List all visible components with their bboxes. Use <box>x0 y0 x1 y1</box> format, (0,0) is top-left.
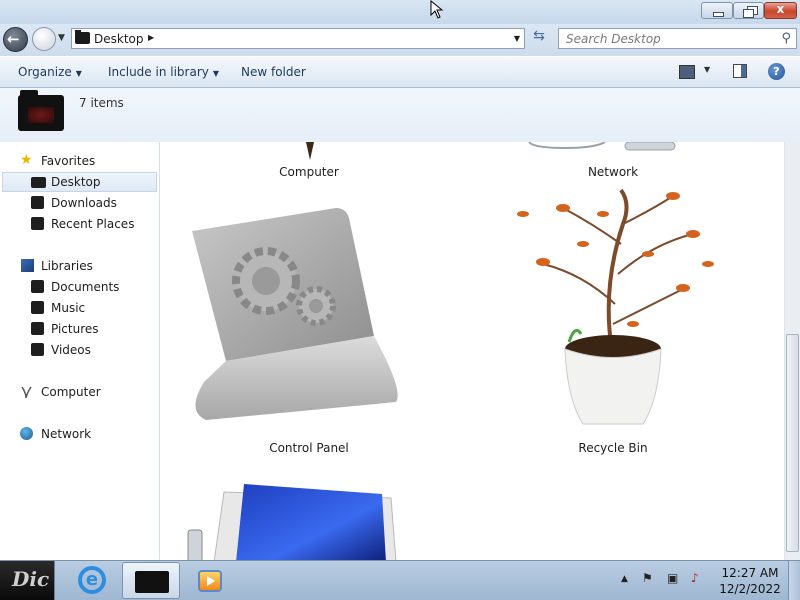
help-icon[interactable]: ? <box>768 63 785 80</box>
address-dropdown-icon[interactable]: ▼ <box>514 34 520 43</box>
computer-icon <box>306 142 314 160</box>
volume-muted-icon[interactable]: ♪ <box>691 571 699 585</box>
breadcrumb-desktop[interactable]: Desktop <box>94 32 144 46</box>
show-hidden-icons-button[interactable]: ▲ <box>621 574 628 584</box>
pictures-icon <box>31 322 44 335</box>
music-icon <box>31 301 44 314</box>
sidebar-item-videos[interactable]: Videos <box>0 340 157 360</box>
view-options-dropdown[interactable]: ▼ <box>704 65 710 74</box>
minimize-button[interactable] <box>701 2 733 19</box>
new-folder-button[interactable]: New folder <box>241 65 306 79</box>
navigation-bar: ← ▼ Desktop ▶ ▼ ⇆ Search Desktop ⚲ <box>0 24 800 56</box>
search-input[interactable]: Search Desktop <box>566 32 661 46</box>
desktop-folder-icon <box>18 90 64 131</box>
navigation-pane: ★ Favorites Desktop Downloads Recent Pla… <box>0 142 160 560</box>
sidebar-item-pictures[interactable]: Pictures <box>0 319 157 339</box>
start-button[interactable]: Dic <box>0 561 55 600</box>
recycle-bin-icon <box>517 188 714 425</box>
file-list: Computer Network Control Panel Recycle B… <box>160 142 784 560</box>
back-arrow-icon: ← <box>7 30 20 48</box>
mouse-cursor-icon <box>430 0 444 19</box>
folder-icon <box>75 30 90 44</box>
control-panel-icon <box>192 208 398 420</box>
explorer-folder-icon <box>135 571 169 593</box>
downloads-icon <box>31 196 44 209</box>
include-in-library-button[interactable]: Include in library ▼ <box>108 65 219 79</box>
command-toolbar: Organize ▼ Include in library ▼ New folder… <box>0 56 800 88</box>
folder-header: 7 items <box>0 88 800 142</box>
breadcrumb-arrow-icon[interactable]: ▶ <box>148 33 154 42</box>
taskbar-app-explorer[interactable] <box>122 562 180 599</box>
computer-icon <box>21 386 32 398</box>
item-count: 7 items <box>79 96 124 110</box>
organize-button[interactable]: Organize ▼ <box>18 65 82 79</box>
chevron-down-icon: ▼ <box>75 69 82 78</box>
recent-pages-dropdown[interactable]: ▼ <box>58 33 65 43</box>
window-titlebar[interactable]: x <box>0 0 800 24</box>
sidebar-item-network[interactable]: Network <box>0 424 157 444</box>
sidebar-item-favorites[interactable]: ★ Favorites <box>0 151 157 171</box>
clock-date: 12/2/2022 <box>719 582 781 596</box>
chevron-down-icon: ▼ <box>212 69 220 78</box>
search-box[interactable]: Search Desktop ⚲ <box>558 28 797 49</box>
sidebar-item-music[interactable]: Music <box>0 298 157 318</box>
search-icon[interactable]: ⚲ <box>781 31 791 46</box>
sidebar-item-desktop[interactable]: Desktop <box>2 172 157 192</box>
forward-button[interactable] <box>32 27 56 51</box>
network-status-icon[interactable]: ▣ <box>667 571 678 585</box>
internet-explorer-icon: e <box>78 566 106 594</box>
system-clock[interactable]: 12:27 AM 12/2/2022 <box>716 565 784 597</box>
taskbar-app-media-player[interactable] <box>182 562 240 599</box>
videos-icon <box>31 343 44 356</box>
sidebar-item-recent-places[interactable]: Recent Places <box>0 214 157 234</box>
taskbar: Dic e ▲ ⚑ ▣ ♪ 12:27 AM 12/2/2022 <box>0 560 800 600</box>
recent-places-icon <box>31 217 44 230</box>
sidebar-item-computer[interactable]: Computer <box>0 382 157 402</box>
vertical-scrollbar[interactable] <box>784 142 800 560</box>
sidebar-item-documents[interactable]: Documents <box>0 277 157 297</box>
back-button[interactable]: ← <box>3 27 28 52</box>
network-icon <box>528 142 676 151</box>
documents-icon <box>31 280 44 293</box>
desktop-icon <box>31 177 46 188</box>
minimize-icon <box>713 12 724 17</box>
media-player-icon <box>198 570 222 592</box>
taskbar-app-internet-explorer[interactable]: e <box>62 562 120 599</box>
preview-pane-icon[interactable] <box>733 64 747 78</box>
show-desktop-button[interactable] <box>788 561 800 600</box>
clock-time: 12:27 AM <box>721 566 779 580</box>
action-center-flag-icon[interactable]: ⚑ <box>642 571 653 585</box>
scrollbar-thumb[interactable] <box>786 334 799 552</box>
star-icon: ★ <box>20 152 33 168</box>
monitor-icon <box>187 484 397 560</box>
network-icon <box>20 427 33 440</box>
refresh-button[interactable]: ⇆ <box>528 28 550 49</box>
close-icon: x <box>776 2 785 16</box>
sidebar-item-downloads[interactable]: Downloads <box>0 193 157 213</box>
address-bar[interactable]: Desktop ▶ ▼ <box>71 28 525 49</box>
libraries-icon <box>21 259 34 272</box>
close-button[interactable]: x <box>764 2 797 19</box>
sidebar-item-libraries[interactable]: Libraries <box>0 256 157 276</box>
change-view-icon[interactable] <box>679 65 695 79</box>
maximize-button[interactable] <box>733 2 764 19</box>
